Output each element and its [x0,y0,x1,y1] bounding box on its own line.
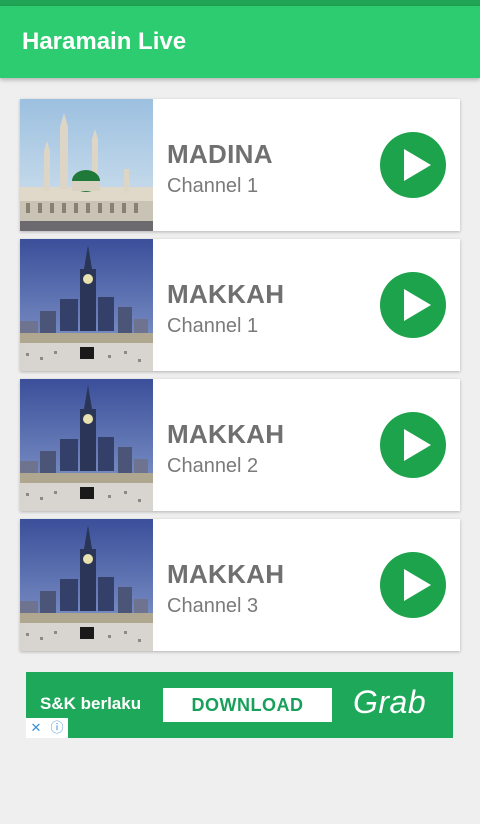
play-icon[interactable] [380,132,446,198]
app-bar: Haramain Live [0,6,480,78]
channel-card-makkah-3[interactable]: MAKKAH Channel 3 [20,519,460,651]
ad-choices[interactable]: ✕ ⓘ [26,718,68,738]
makkah-clock-tower-icon [20,379,153,511]
play-icon[interactable] [380,552,446,618]
channel-name: MAKKAH [167,419,285,449]
channel-name: MAKKAH [167,279,285,309]
play-icon[interactable] [380,412,446,478]
ad-download-button[interactable]: DOWNLOAD [163,688,332,722]
channel-subtitle: Channel 1 [167,175,259,197]
channel-card-makkah-2[interactable]: MAKKAH Channel 2 [20,379,460,511]
madina-mosque-icon [20,99,153,231]
makkah-clock-tower-icon [20,519,153,651]
channel-name: MADINA [167,139,273,169]
close-icon[interactable]: ✕ [31,718,42,738]
app-title: Haramain Live [22,28,187,55]
makkah-clock-tower-icon [20,239,153,371]
grab-logo: Grab [353,684,427,720]
info-icon[interactable]: ⓘ [50,718,63,738]
channel-subtitle: Channel 3 [167,595,259,617]
channel-card-makkah-1[interactable]: MAKKAH Channel 1 [20,239,460,371]
channel-card-madina-1[interactable]: MADINA Channel 1 [20,99,460,231]
ad-text: S&K berlaku [40,694,142,713]
channel-subtitle: Channel 2 [167,455,259,477]
ad-banner[interactable]: S&K berlaku DOWNLOAD Grab [26,672,453,738]
channel-name: MAKKAH [167,559,285,589]
play-icon[interactable] [380,272,446,338]
channel-subtitle: Channel 1 [167,315,259,337]
